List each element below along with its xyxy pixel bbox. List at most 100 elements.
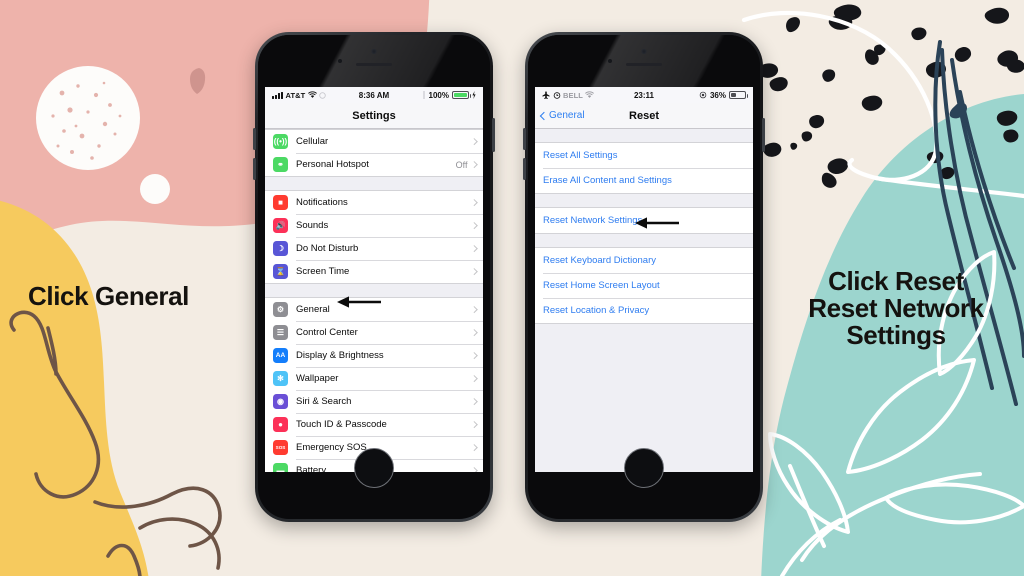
caption-left: Click General bbox=[28, 281, 189, 311]
list-section-gap bbox=[265, 177, 483, 190]
volume-down-button-right[interactable] bbox=[523, 158, 526, 180]
settings-row-label: Display & Brightness bbox=[296, 350, 384, 361]
caption-right: Click Reset Reset Network Settings bbox=[776, 267, 1016, 351]
list-section-gap bbox=[535, 129, 753, 142]
settings-group: ((•)) Cellular ⚭ Personal Hotspot Off bbox=[265, 129, 483, 177]
settings-row-label: Notifications bbox=[296, 197, 348, 208]
settings-row-personal-hotspot[interactable]: ⚭ Personal Hotspot Off bbox=[265, 153, 483, 176]
screenshot-stage: Click General Click Reset Reset Network … bbox=[0, 0, 1024, 576]
caption-right-line2: Reset Network bbox=[808, 293, 984, 324]
caption-right-line3: Settings bbox=[846, 320, 946, 351]
settings-row-wallpaper[interactable]: ✻ Wallpaper bbox=[265, 367, 483, 390]
proximity-sensor-icon bbox=[338, 59, 342, 63]
battery-percent-label-right: 36% bbox=[709, 90, 726, 100]
siri-search-icon: ◉ bbox=[273, 394, 288, 409]
reset-row-label: Reset Network Settings bbox=[543, 215, 643, 226]
reset-group: Reset Keyboard Dictionary Reset Home Scre… bbox=[535, 247, 753, 324]
list-section-gap bbox=[535, 194, 753, 207]
screen-time-icon: ⌛ bbox=[273, 264, 288, 279]
phone-top-bezel bbox=[258, 35, 490, 87]
power-button[interactable] bbox=[492, 118, 495, 152]
iphone-left-settings: AT&T 8:36 AM 100% Settings ((•)) Cellula… bbox=[253, 32, 495, 522]
reset-row-label: Reset Location & Privacy bbox=[543, 305, 650, 316]
settings-row-sounds[interactable]: 🔊 Sounds bbox=[265, 214, 483, 237]
reset-row-reset-keyboard-dictionary[interactable]: Reset Keyboard Dictionary bbox=[535, 248, 753, 273]
settings-row-label: Do Not Disturb bbox=[296, 243, 359, 254]
earpiece-speaker-right bbox=[626, 63, 662, 66]
settings-row-notifications[interactable]: ■ Notifications bbox=[265, 191, 483, 214]
settings-row-label: Wallpaper bbox=[296, 373, 339, 384]
screen-glare bbox=[258, 35, 490, 87]
chevron-right-icon bbox=[470, 161, 477, 168]
home-button-right[interactable] bbox=[624, 448, 664, 488]
settings-row-display-brightness[interactable]: AA Display & Brightness bbox=[265, 344, 483, 367]
volume-up-button[interactable] bbox=[253, 128, 256, 150]
caption-left-text: Click General bbox=[28, 281, 189, 311]
reset-row-reset-home-screen-layout[interactable]: Reset Home Screen Layout bbox=[535, 273, 753, 298]
volume-down-button[interactable] bbox=[253, 158, 256, 180]
right-phone-screen: BELL 23:11 36% General Reset Reset All S… bbox=[535, 87, 753, 472]
chevron-right-icon bbox=[470, 398, 477, 405]
reset-row-label: Erase All Content and Settings bbox=[543, 175, 672, 186]
left-nav-bar: Settings bbox=[265, 103, 483, 129]
home-button[interactable] bbox=[354, 448, 394, 488]
volume-up-button-right[interactable] bbox=[523, 128, 526, 150]
right-phone-bottom-bezel bbox=[528, 432, 760, 519]
left-status-bar: AT&T 8:36 AM 100% bbox=[265, 87, 483, 103]
chevron-right-icon bbox=[470, 222, 477, 229]
power-button-right[interactable] bbox=[762, 118, 765, 152]
settings-row-label: Sounds bbox=[296, 220, 329, 231]
chevron-right-icon bbox=[470, 268, 477, 275]
touch-id-icon: ● bbox=[273, 417, 288, 432]
left-phone-screen: AT&T 8:36 AM 100% Settings ((•)) Cellula… bbox=[265, 87, 483, 472]
reset-row-reset-all-settings[interactable]: Reset All Settings bbox=[535, 143, 753, 168]
chevron-right-icon bbox=[470, 199, 477, 206]
screen-glare-right bbox=[528, 35, 760, 87]
settings-row-label: General bbox=[296, 304, 330, 315]
cellular-icon: ((•)) bbox=[273, 134, 288, 149]
chevron-right-icon bbox=[470, 306, 477, 313]
settings-row-label: Cellular bbox=[296, 136, 329, 147]
settings-row-label: Personal Hotspot bbox=[296, 159, 369, 170]
settings-row-siri-search[interactable]: ◉ Siri & Search bbox=[265, 390, 483, 413]
settings-row-label: Control Center bbox=[296, 327, 358, 338]
alarm-indicator-icon bbox=[422, 91, 425, 99]
settings-row-cellular[interactable]: ((•)) Cellular bbox=[265, 130, 483, 153]
settings-row-do-not-disturb[interactable]: ☽ Do Not Disturb bbox=[265, 237, 483, 260]
front-camera-icon bbox=[371, 49, 377, 54]
reset-row-label: Reset All Settings bbox=[543, 150, 618, 161]
reset-row-erase-all-content-and-settings[interactable]: Erase All Content and Settings bbox=[535, 168, 753, 193]
battery-icon-right bbox=[729, 91, 748, 99]
small-white-circle bbox=[140, 174, 170, 204]
reset-row-label: Reset Keyboard Dictionary bbox=[543, 255, 656, 266]
chevron-right-icon bbox=[470, 421, 477, 428]
display-brightness-icon: AA bbox=[273, 348, 288, 363]
wallpaper-icon: ✻ bbox=[273, 371, 288, 386]
reset-row-label: Reset Home Screen Layout bbox=[543, 280, 660, 291]
settings-row-label: Screen Time bbox=[296, 266, 350, 277]
hotspot-icon: ⚭ bbox=[273, 157, 288, 172]
arrow-pointing-at-general bbox=[337, 296, 381, 308]
reset-group: Reset All Settings Erase All Content and … bbox=[535, 142, 753, 194]
battery-percent-label: 100% bbox=[428, 90, 449, 100]
settings-row-value: Off bbox=[455, 159, 468, 170]
right-nav-bar: General Reset bbox=[535, 103, 753, 129]
back-button-general[interactable]: General bbox=[539, 110, 585, 121]
chevron-left-icon bbox=[539, 111, 549, 120]
settings-row-control-center[interactable]: ☰ Control Center bbox=[265, 321, 483, 344]
chevron-right-icon bbox=[470, 138, 477, 145]
white-textured-circle bbox=[36, 66, 140, 170]
arrow-pointing-at-reset-network-settings bbox=[635, 217, 679, 229]
left-phone-bottom-bezel bbox=[258, 432, 490, 519]
settings-row-label: Siri & Search bbox=[296, 396, 352, 407]
back-button-label: General bbox=[549, 110, 585, 121]
reset-options-list[interactable]: Reset All Settings Erase All Content and … bbox=[535, 129, 753, 472]
chevron-right-icon bbox=[470, 329, 477, 336]
right-status-bar: BELL 23:11 36% bbox=[535, 87, 753, 103]
reset-row-reset-location-privacy[interactable]: Reset Location & Privacy bbox=[535, 298, 753, 323]
phone-top-bezel-right bbox=[528, 35, 760, 87]
list-section-gap bbox=[535, 234, 753, 247]
settings-group: ■ Notifications 🔊 Sounds ☽ Do Not Disturb ⌛ Scr… bbox=[265, 190, 483, 284]
settings-row-screen-time[interactable]: ⌛ Screen Time bbox=[265, 260, 483, 283]
do-not-disturb-icon: ☽ bbox=[273, 241, 288, 256]
